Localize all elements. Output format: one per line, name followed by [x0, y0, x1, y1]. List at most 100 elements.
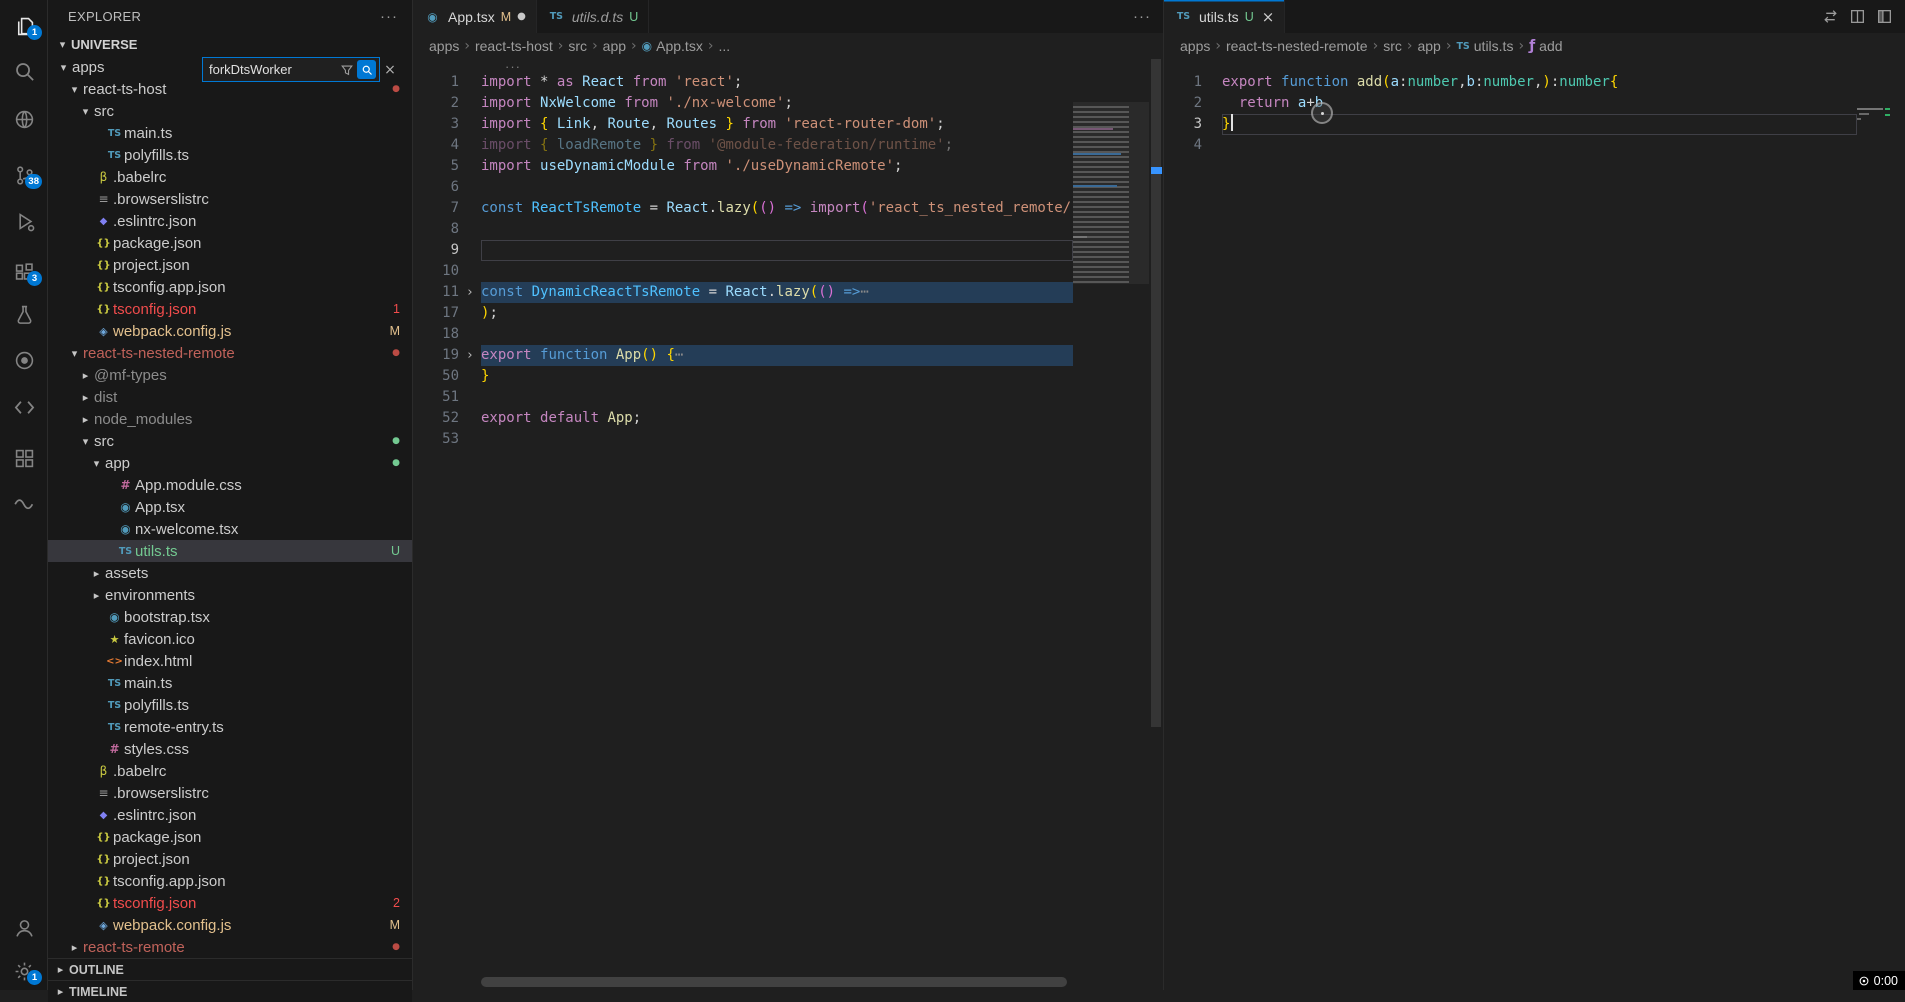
fold-chevron-icon[interactable]: › [459, 345, 481, 366]
filter-icon[interactable] [338, 61, 356, 79]
code-line-51[interactable]: 51 [413, 387, 1073, 408]
breadcrumb-item[interactable]: src [568, 38, 587, 54]
target-button[interactable] [0, 346, 48, 374]
grid-button[interactable] [0, 444, 48, 472]
tab-utils-ts[interactable]: TS utils.ts U × [1164, 0, 1285, 33]
close-icon[interactable]: × [1262, 8, 1275, 26]
tree-item-main.ts[interactable]: TSmain.ts [48, 672, 412, 694]
horizontal-scrollbar[interactable] [481, 977, 1067, 987]
code-line-2[interactable]: 2 return a+b [1164, 93, 1857, 114]
tree-item-tsconfig.json[interactable]: {}tsconfig.json1 [48, 298, 412, 320]
breadcrumb-item[interactable]: src [1383, 38, 1402, 54]
tree-item-node_modules[interactable]: ▸node_modules [48, 408, 412, 430]
chevron-right-icon[interactable]: ▸ [88, 567, 105, 580]
tree-item-webpack.config.js[interactable]: ◈webpack.config.jsM [48, 914, 412, 936]
chevron-down-icon[interactable]: ▾ [77, 105, 94, 118]
wave-button[interactable] [0, 489, 48, 517]
tree-item-src[interactable]: ▾src [48, 100, 412, 122]
tree-item-package.json[interactable]: {}package.json [48, 232, 412, 254]
accounts-button[interactable] [0, 914, 48, 942]
tree-item-dist[interactable]: ▸dist [48, 386, 412, 408]
tree-item-utils.ts[interactable]: TSutils.tsU [48, 540, 412, 562]
code-line-8[interactable]: 8 [413, 219, 1073, 240]
tree-item-favicon.ico[interactable]: ★favicon.ico [48, 628, 412, 650]
tree-item-.browserslistrc[interactable]: ≡.browserslistrc [48, 188, 412, 210]
chevron-right-icon[interactable]: ▸ [66, 941, 83, 954]
tree-item-project.json[interactable]: {}project.json [48, 848, 412, 870]
tree-item-tsconfig.app.json[interactable]: {}tsconfig.app.json [48, 870, 412, 892]
chevron-right-icon[interactable]: ▸ [77, 391, 94, 404]
tree-item-polyfills.ts[interactable]: TSpolyfills.ts [48, 694, 412, 716]
code-line-2[interactable]: 2import NxWelcome from './nx-welcome'; [413, 93, 1073, 114]
chevron-right-icon[interactable]: ▸ [77, 413, 94, 426]
tree-item-app.module.css[interactable]: #App.module.css [48, 474, 412, 496]
code-line-1[interactable]: 1export function add(a:number,b:number,)… [1164, 72, 1857, 93]
workspace-root[interactable]: ▾ UNIVERSE [48, 33, 412, 56]
tab-app-tsx[interactable]: ◉ App.tsx M ● [413, 0, 537, 33]
tree-item-.eslintrc.json[interactable]: ◆.eslintrc.json [48, 210, 412, 232]
more-actions-icon[interactable]: ··· [380, 8, 398, 25]
code-line-19[interactable]: 19›export function App() {⋯ [413, 345, 1073, 366]
breadcrumb-item[interactable]: TSutils.ts [1456, 38, 1513, 54]
chevron-right-icon[interactable]: ▸ [77, 369, 94, 382]
tree-item-.babelrc[interactable]: β.babelrc [48, 166, 412, 188]
code-line-11[interactable]: 11›const DynamicReactTsRemote = React.la… [413, 282, 1073, 303]
tree-item-.babelrc[interactable]: β.babelrc [48, 760, 412, 782]
tree-item-styles.css[interactable]: #styles.css [48, 738, 412, 760]
chevron-down-icon[interactable]: ▾ [66, 83, 83, 96]
code-line-17[interactable]: 17); [413, 303, 1073, 324]
tree-item-nx-welcome.tsx[interactable]: ◉nx-welcome.tsx [48, 518, 412, 540]
tree-item-main.ts[interactable]: TSmain.ts [48, 122, 412, 144]
outline-section[interactable]: ▸ OUTLINE [48, 958, 412, 980]
chevron-down-icon[interactable]: ▾ [77, 435, 94, 448]
tree-item-src[interactable]: ▾src● [48, 430, 412, 452]
remote-explorer-button[interactable] [0, 105, 48, 133]
source-control-button[interactable]: 38 [0, 161, 48, 189]
code-line-5[interactable]: 5import useDynamicModule from './useDyna… [413, 156, 1073, 177]
chevron-down-icon[interactable]: ▾ [66, 347, 83, 360]
swap-editors-icon[interactable] [1822, 8, 1839, 25]
breadcrumb-item[interactable]: app [603, 38, 626, 54]
tree-item-polyfills.ts[interactable]: TSpolyfills.ts [48, 144, 412, 166]
tree-item-@mf-types[interactable]: ▸@mf-types [48, 364, 412, 386]
tree-item-package.json[interactable]: {}package.json [48, 826, 412, 848]
code-line-53[interactable]: 53 [413, 429, 1073, 450]
tree-item-project.json[interactable]: {}project.json [48, 254, 412, 276]
minimap[interactable] [1857, 106, 1891, 146]
tree-item-app[interactable]: ▾app● [48, 452, 412, 474]
tab-utils-d-ts[interactable]: TS utils.d.ts U [537, 0, 649, 33]
settings-button[interactable]: 1 [0, 957, 48, 985]
fuzzy-search-button[interactable] [357, 60, 376, 79]
tree-item-assets[interactable]: ▸assets [48, 562, 412, 584]
breadcrumb-item[interactable]: ... [718, 38, 730, 54]
breadcrumb-item[interactable]: apps [1180, 38, 1210, 54]
code-line-1[interactable]: 1import * as React from 'react'; [413, 72, 1073, 93]
breadcrumb-item[interactable]: ƒadd [1529, 38, 1562, 54]
tree-item-bootstrap.tsx[interactable]: ◉bootstrap.tsx [48, 606, 412, 628]
close-icon[interactable]: × [380, 62, 400, 78]
code-line-9[interactable]: 9 [413, 240, 1073, 261]
breadcrumb-item[interactable]: react-ts-nested-remote [1226, 38, 1368, 54]
tree-item-react-ts-nested-remote[interactable]: ▾react-ts-nested-remote● [48, 342, 412, 364]
code-line-3[interactable]: 3} [1164, 114, 1857, 135]
tree-find-input[interactable] [203, 62, 338, 77]
breadcrumb-item[interactable]: ◉App.tsx [642, 38, 703, 54]
editor-right[interactable]: 1export function add(a:number,b:number,)… [1164, 59, 1905, 990]
code-line-50[interactable]: 50} [413, 366, 1073, 387]
editor-layout-icon[interactable] [1876, 8, 1893, 25]
code-line-7[interactable]: 7const ReactTsRemote = React.lazy(() => … [413, 198, 1073, 219]
split-editor-icon[interactable] [1849, 8, 1866, 25]
tree-item-remote-entry.ts[interactable]: TSremote-entry.ts [48, 716, 412, 738]
fold-chevron-icon[interactable]: › [459, 282, 481, 303]
code-button[interactable] [0, 393, 48, 421]
tree-item-.eslintrc.json[interactable]: ◆.eslintrc.json [48, 804, 412, 826]
editor-left[interactable]: ··· 1import * as React from 'react';2imp… [413, 59, 1163, 990]
code-line-3[interactable]: 3import { Link, Route, Routes } from 're… [413, 114, 1073, 135]
search-button[interactable] [0, 57, 48, 85]
breadcrumb-item[interactable]: react-ts-host [475, 38, 553, 54]
tree-item-index.html[interactable]: <>index.html [48, 650, 412, 672]
timeline-section[interactable]: ▸ TIMELINE [48, 980, 412, 1002]
dirty-indicator-icon[interactable]: ● [517, 11, 526, 22]
tree-item-.browserslistrc[interactable]: ≡.browserslistrc [48, 782, 412, 804]
tree-item-tsconfig.app.json[interactable]: {}tsconfig.app.json [48, 276, 412, 298]
